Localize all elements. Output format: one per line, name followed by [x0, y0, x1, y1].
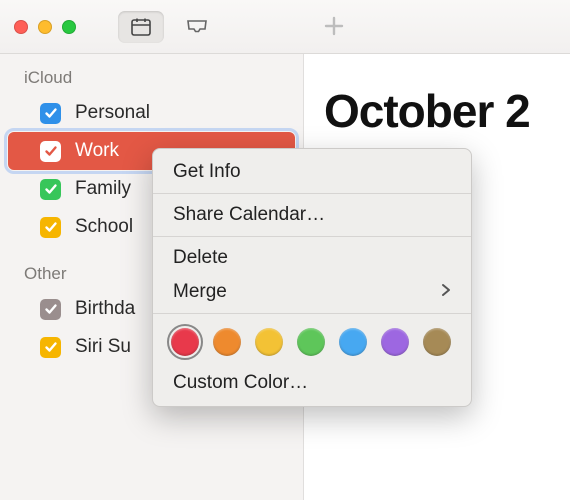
menu-share-calendar[interactable]: Share Calendar… — [153, 198, 471, 232]
add-event-button[interactable] — [322, 14, 346, 38]
window-titlebar — [0, 0, 570, 54]
inbox-icon — [185, 18, 209, 36]
menu-merge[interactable]: Merge — [153, 275, 471, 309]
color-swatch[interactable] — [297, 328, 325, 356]
menu-delete-label: Delete — [173, 247, 228, 269]
menu-share-label: Share Calendar… — [173, 204, 325, 226]
calendars-toggle-button[interactable] — [118, 11, 164, 43]
calendar-checkbox[interactable] — [40, 179, 61, 200]
calendar-context-menu: Get Info Share Calendar… Delete Merge Cu… — [152, 148, 472, 407]
menu-custom-color-label: Custom Color… — [173, 372, 308, 394]
sidebar-calendar-item[interactable]: Personal — [0, 94, 303, 132]
calendar-checkbox[interactable] — [40, 103, 61, 124]
menu-separator — [153, 313, 471, 314]
calendar-label: Siri Su — [75, 336, 131, 358]
calendar-icon — [130, 17, 152, 37]
traffic-lights — [14, 20, 76, 34]
color-swatch[interactable] — [171, 328, 199, 356]
color-swatch[interactable] — [423, 328, 451, 356]
calendar-checkbox[interactable] — [40, 141, 61, 162]
zoom-window-button[interactable] — [62, 20, 76, 34]
calendar-label: Personal — [75, 102, 150, 124]
calendar-checkbox[interactable] — [40, 217, 61, 238]
color-swatch[interactable] — [339, 328, 367, 356]
calendar-label: Family — [75, 178, 131, 200]
menu-merge-label: Merge — [173, 281, 227, 303]
calendar-checkbox[interactable] — [40, 299, 61, 320]
close-window-button[interactable] — [14, 20, 28, 34]
inbox-button[interactable] — [174, 11, 220, 43]
menu-get-info[interactable]: Get Info — [153, 155, 471, 189]
color-swatch[interactable] — [213, 328, 241, 356]
chevron-right-icon — [441, 281, 451, 303]
menu-get-info-label: Get Info — [173, 161, 241, 183]
menu-custom-color[interactable]: Custom Color… — [153, 366, 471, 400]
menu-separator — [153, 236, 471, 237]
calendar-label: Work — [75, 140, 119, 162]
calendar-label: School — [75, 216, 133, 238]
color-swatch[interactable] — [255, 328, 283, 356]
menu-delete[interactable]: Delete — [153, 241, 471, 275]
calendar-checkbox[interactable] — [40, 337, 61, 358]
menu-separator — [153, 193, 471, 194]
minimize-window-button[interactable] — [38, 20, 52, 34]
calendar-label: Birthda — [75, 298, 135, 320]
menu-color-row — [153, 318, 471, 366]
month-heading: October 2 — [324, 84, 530, 138]
color-swatch[interactable] — [381, 328, 409, 356]
sidebar-section-title: iCloud — [0, 64, 303, 94]
